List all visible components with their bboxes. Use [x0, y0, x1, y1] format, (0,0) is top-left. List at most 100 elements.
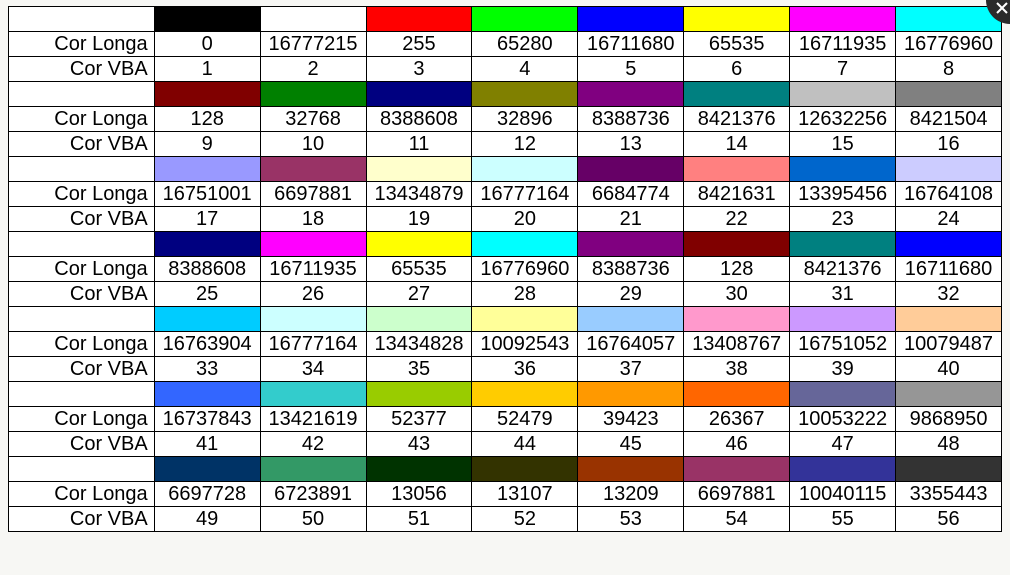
vba-index-cell: 19: [366, 207, 472, 232]
long-value-cell: 8388608: [366, 107, 472, 132]
long-value-cell: 16711935: [790, 32, 896, 57]
color-swatch: [472, 232, 578, 257]
long-value-cell: 9868950: [896, 407, 1002, 432]
vba-index-cell: 51: [366, 507, 472, 532]
color-swatch: [472, 82, 578, 107]
color-swatch: [896, 7, 1002, 32]
color-swatch: [896, 457, 1002, 482]
long-value-cell: 6697728: [154, 482, 260, 507]
long-value-cell: 13421619: [260, 407, 366, 432]
color-swatch: [366, 307, 472, 332]
color-swatch: [684, 307, 790, 332]
long-value-cell: 26367: [684, 407, 790, 432]
vba-index-cell: 49: [154, 507, 260, 532]
long-value-cell: 16764108: [896, 182, 1002, 207]
vba-index-cell: 28: [472, 282, 578, 307]
vba-index-cell: 24: [896, 207, 1002, 232]
long-value-cell: 3355443: [896, 482, 1002, 507]
vba-index-cell: 11: [366, 132, 472, 157]
color-swatch: [154, 457, 260, 482]
color-swatch: [366, 82, 472, 107]
blank-label-cell: [9, 382, 155, 407]
color-swatch: [472, 457, 578, 482]
row-label-cor-longa: Cor Longa: [9, 32, 155, 57]
vba-index-cell: 7: [790, 57, 896, 82]
color-swatch: [790, 7, 896, 32]
blank-label-cell: [9, 232, 155, 257]
color-swatch: [366, 382, 472, 407]
vba-index-cell: 30: [684, 282, 790, 307]
long-value-cell: 32768: [260, 107, 366, 132]
vba-index-cell: 2: [260, 57, 366, 82]
row-label-cor-longa: Cor Longa: [9, 182, 155, 207]
long-value-cell: 13434828: [366, 332, 472, 357]
long-value-cell: 16777215: [260, 32, 366, 57]
color-swatch: [366, 457, 472, 482]
long-value-cell: 128: [154, 107, 260, 132]
long-value-cell: 128: [684, 257, 790, 282]
vba-index-cell: 12: [472, 132, 578, 157]
row-label-cor-longa: Cor Longa: [9, 407, 155, 432]
long-value-cell: 6697881: [684, 482, 790, 507]
long-value-cell: 16711680: [578, 32, 684, 57]
color-palette-table: Cor Longa0167772152556528016711680655351…: [8, 6, 1002, 532]
vba-index-cell: 31: [790, 282, 896, 307]
vba-index-cell: 43: [366, 432, 472, 457]
long-value-cell: 16777164: [472, 182, 578, 207]
vba-index-cell: 23: [790, 207, 896, 232]
vba-index-cell: 13: [578, 132, 684, 157]
vba-index-cell: 4: [472, 57, 578, 82]
color-swatch: [578, 157, 684, 182]
color-swatch: [154, 307, 260, 332]
color-swatch: [472, 307, 578, 332]
vba-index-cell: 36: [472, 357, 578, 382]
color-swatch: [684, 457, 790, 482]
long-value-cell: 12632256: [790, 107, 896, 132]
vba-index-cell: 54: [684, 507, 790, 532]
color-swatch: [154, 157, 260, 182]
vba-index-cell: 27: [366, 282, 472, 307]
long-value-cell: 13395456: [790, 182, 896, 207]
vba-index-cell: 33: [154, 357, 260, 382]
color-swatch: [790, 307, 896, 332]
vba-index-cell: 15: [790, 132, 896, 157]
row-label-cor-vba: Cor VBA: [9, 507, 155, 532]
vba-index-cell: 46: [684, 432, 790, 457]
long-value-cell: 16751001: [154, 182, 260, 207]
vba-index-cell: 32: [896, 282, 1002, 307]
row-label-cor-vba: Cor VBA: [9, 432, 155, 457]
long-value-cell: 8388736: [578, 107, 684, 132]
long-value-cell: 16751052: [790, 332, 896, 357]
row-label-cor-vba: Cor VBA: [9, 282, 155, 307]
color-swatch: [472, 7, 578, 32]
long-value-cell: 13056: [366, 482, 472, 507]
long-value-cell: 16711680: [896, 257, 1002, 282]
color-swatch: [896, 307, 1002, 332]
long-value-cell: 8388608: [154, 257, 260, 282]
color-swatch: [154, 232, 260, 257]
long-value-cell: 10040115: [790, 482, 896, 507]
vba-index-cell: 55: [790, 507, 896, 532]
vba-index-cell: 48: [896, 432, 1002, 457]
vba-index-cell: 22: [684, 207, 790, 232]
color-swatch: [896, 382, 1002, 407]
color-swatch: [366, 232, 472, 257]
row-label-cor-vba: Cor VBA: [9, 57, 155, 82]
long-value-cell: 6723891: [260, 482, 366, 507]
long-value-cell: 16776960: [896, 32, 1002, 57]
vba-index-cell: 1: [154, 57, 260, 82]
vba-index-cell: 40: [896, 357, 1002, 382]
color-swatch: [896, 157, 1002, 182]
long-value-cell: 16776960: [472, 257, 578, 282]
vba-index-cell: 52: [472, 507, 578, 532]
row-label-cor-longa: Cor Longa: [9, 257, 155, 282]
color-swatch: [684, 157, 790, 182]
long-value-cell: 16737843: [154, 407, 260, 432]
vba-index-cell: 44: [472, 432, 578, 457]
color-swatch: [578, 82, 684, 107]
long-value-cell: 16777164: [260, 332, 366, 357]
vba-index-cell: 39: [790, 357, 896, 382]
color-swatch: [684, 382, 790, 407]
color-swatch: [260, 157, 366, 182]
color-swatch: [578, 457, 684, 482]
